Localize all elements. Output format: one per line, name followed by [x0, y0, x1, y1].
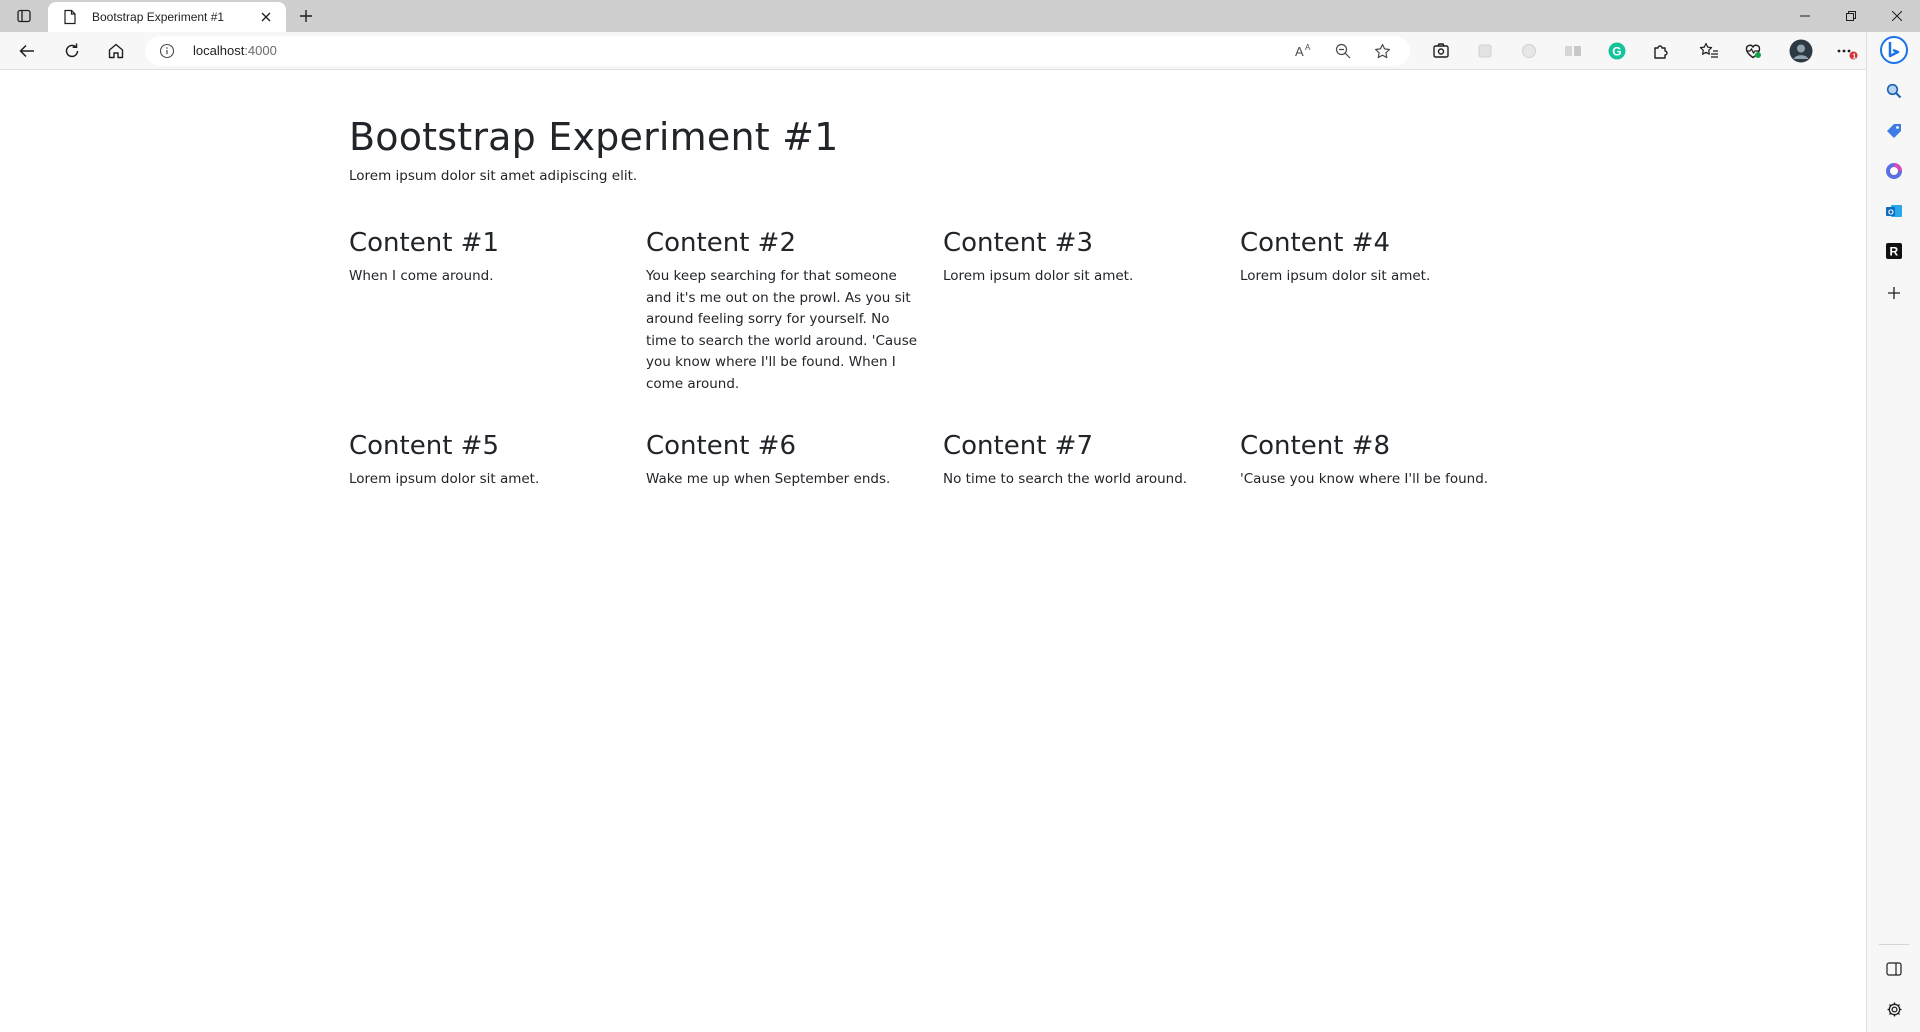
- hide-sidebar-icon[interactable]: [1883, 958, 1905, 980]
- card-heading: Content #4: [1240, 228, 1390, 258]
- page-icon: [62, 9, 78, 25]
- close-tab-icon[interactable]: [254, 5, 278, 29]
- minimize-button[interactable]: [1782, 0, 1828, 32]
- card-text: No time to search the world around.: [943, 471, 1188, 487]
- url-port: :4000: [244, 43, 277, 58]
- read-aloud-icon[interactable]: AA: [1295, 42, 1313, 60]
- tab-title: Bootstrap Experiment #1: [92, 10, 225, 24]
- content-card: Content #4 Lorem ipsum dolor sit amet.: [1240, 228, 1518, 288]
- sidebar-divider: [1879, 944, 1909, 945]
- back-button[interactable]: [13, 37, 41, 65]
- card-text: You keep searching for that someone and …: [646, 268, 918, 392]
- svg-text:O: O: [1888, 207, 1894, 216]
- svg-text:R: R: [1890, 245, 1899, 259]
- grammarly-icon[interactable]: G: [1606, 40, 1628, 62]
- outlook-icon[interactable]: O: [1883, 200, 1905, 222]
- card-text: Lorem ipsum dolor sit amet.: [349, 471, 540, 487]
- shopping-icon[interactable]: [1883, 120, 1905, 142]
- svg-text:G: G: [1612, 44, 1621, 58]
- tab-actions-button[interactable]: [8, 4, 40, 28]
- page-viewport: Bootstrap Experiment #1 Lorem ipsum dolo…: [0, 71, 1866, 1032]
- content-card: Content #7 No time to search the world a…: [943, 431, 1221, 491]
- restore-button[interactable]: [1828, 0, 1874, 32]
- svg-text:A: A: [1305, 43, 1311, 52]
- favorites-icon[interactable]: [1698, 40, 1720, 62]
- card-text: 'Cause you know where I'll be found.: [1240, 471, 1489, 487]
- site-info-icon[interactable]: [159, 43, 175, 59]
- card-text: Lorem ipsum dolor sit amet.: [1240, 268, 1431, 284]
- card-text: Lorem ipsum dolor sit amet.: [943, 268, 1134, 284]
- extension-icon[interactable]: [1562, 40, 1584, 62]
- tab-actions-icon: [17, 9, 31, 23]
- url-host: localhost: [193, 43, 245, 58]
- card-text: When I come around.: [349, 268, 494, 284]
- bing-chat-icon[interactable]: [1880, 36, 1908, 64]
- home-icon: [108, 43, 124, 59]
- home-button[interactable]: [102, 37, 130, 65]
- content-card: Content #2 You keep searching for that s…: [646, 228, 924, 395]
- card-heading: Content #1: [349, 228, 499, 258]
- reader-icon[interactable]: R: [1883, 240, 1905, 262]
- page-title: Bootstrap Experiment #1: [349, 115, 839, 159]
- add-icon[interactable]: [1883, 282, 1905, 304]
- close-icon: [1892, 11, 1902, 21]
- active-tab[interactable]: Bootstrap Experiment #1: [48, 2, 286, 32]
- content-card: Content #6 Wake me up when September end…: [646, 431, 924, 491]
- edge-sidebar: O R: [1866, 32, 1920, 1032]
- card-text: Wake me up when September ends.: [646, 471, 891, 487]
- address-bar[interactable]: localhost:4000 AA: [145, 36, 1410, 66]
- new-tab-button[interactable]: [292, 4, 320, 28]
- more-icon[interactable]: 1: [1836, 40, 1858, 62]
- extension-icon[interactable]: [1518, 40, 1540, 62]
- card-heading: Content #6: [646, 431, 796, 461]
- settings-icon[interactable]: [1883, 998, 1905, 1020]
- refresh-button[interactable]: [58, 37, 86, 65]
- page-lead: Lorem ipsum dolor sit amet adipiscing el…: [349, 168, 638, 184]
- browser-toolbar: localhost:4000 AA G 1: [0, 32, 1920, 70]
- office-icon[interactable]: [1883, 160, 1905, 182]
- extension-icon[interactable]: [1474, 40, 1496, 62]
- svg-text:1: 1: [1852, 53, 1856, 60]
- search-icon[interactable]: [1883, 80, 1905, 102]
- card-heading: Content #2: [646, 228, 796, 258]
- content-card: Content #3 Lorem ipsum dolor sit amet.: [943, 228, 1221, 288]
- tab-strip: Bootstrap Experiment #1: [0, 0, 1920, 32]
- card-heading: Content #7: [943, 431, 1093, 461]
- zoom-out-icon[interactable]: [1334, 42, 1352, 60]
- content-card: Content #8 'Cause you know where I'll be…: [1240, 431, 1518, 491]
- refresh-icon: [65, 43, 79, 58]
- card-heading: Content #3: [943, 228, 1093, 258]
- minimize-icon: [1800, 15, 1810, 17]
- url-text: localhost:4000: [193, 43, 277, 58]
- content-card: Content #1 When I come around.: [349, 228, 627, 288]
- plus-icon: [300, 10, 312, 22]
- svg-text:A: A: [1295, 44, 1304, 59]
- profile-avatar[interactable]: [1788, 38, 1814, 64]
- content-card: Content #5 Lorem ipsum dolor sit amet.: [349, 431, 627, 491]
- close-window-button[interactable]: [1874, 0, 1920, 32]
- restore-icon: [1846, 11, 1856, 21]
- screenshot-icon[interactable]: [1430, 40, 1452, 62]
- card-heading: Content #8: [1240, 431, 1390, 461]
- back-arrow-icon: [19, 44, 34, 58]
- performance-icon[interactable]: [1742, 40, 1764, 62]
- card-heading: Content #5: [349, 431, 499, 461]
- extensions-puzzle-icon[interactable]: [1650, 40, 1672, 62]
- favorite-star-icon[interactable]: [1373, 42, 1391, 60]
